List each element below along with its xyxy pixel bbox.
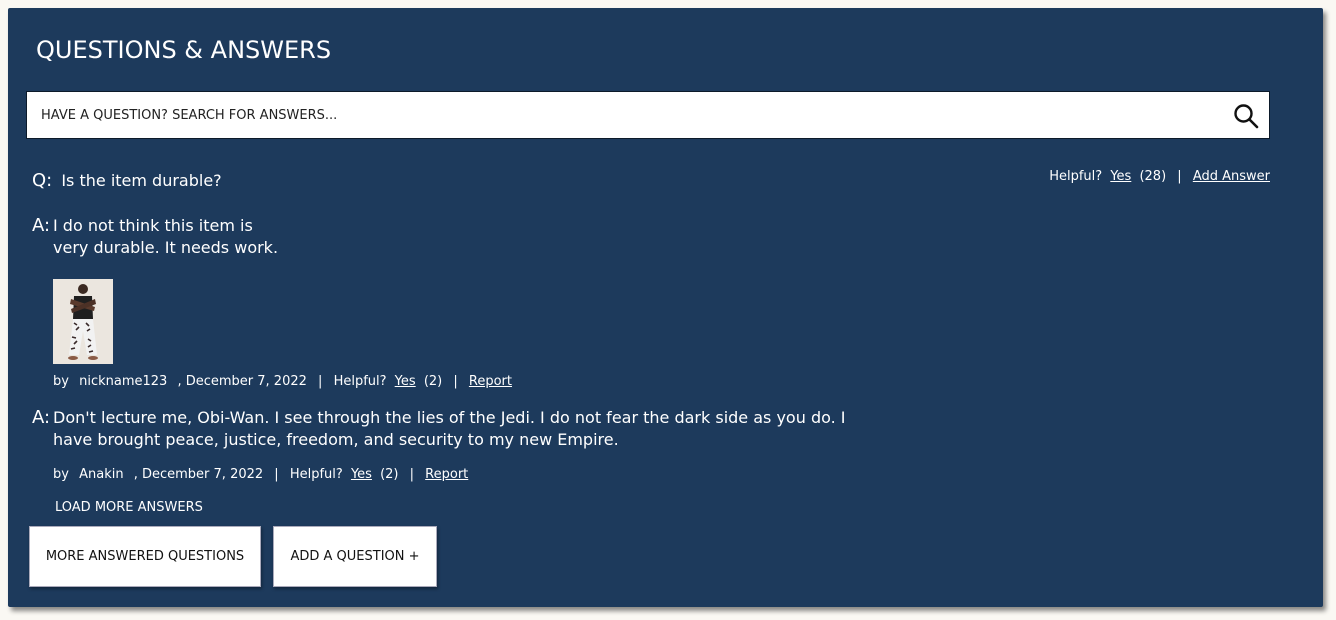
answer-text: I do not think this item is very durable…	[53, 216, 279, 257]
answer-byline: by Anakin , December 7, 2022 | Helpful? …	[53, 467, 468, 482]
question-text: Is the item durable?	[61, 171, 222, 190]
answer-date: , December 7, 2022	[177, 374, 307, 389]
answer-prefix: A:	[32, 407, 51, 428]
separator: |	[409, 467, 415, 482]
search-bar	[26, 91, 1270, 139]
add-answer-link[interactable]: Add Answer	[1193, 169, 1270, 184]
answer-helpful-count: (2)	[380, 467, 399, 482]
answer-photo-thumbnail[interactable]	[53, 279, 113, 364]
helpful-label: Helpful?	[289, 467, 343, 482]
answer-prefix: A:	[32, 215, 51, 236]
answer-helpful-yes-link[interactable]: Yes	[395, 374, 416, 389]
answer-date: , December 7, 2022	[133, 467, 264, 482]
separator: |	[318, 374, 323, 389]
separator: |	[274, 467, 279, 482]
answer-byline: by nickname123 , December 7, 2022 | Help…	[53, 374, 512, 389]
search-input[interactable]	[41, 92, 1221, 138]
helpful-label: Helpful?	[333, 374, 387, 389]
by-label: by	[53, 374, 69, 389]
separator: |	[1177, 169, 1182, 184]
question-helpful-yes-link[interactable]: Yes	[1110, 169, 1131, 184]
page-title: QUESTIONS & ANSWERS	[36, 36, 332, 64]
answer-helpful-count: (2)	[423, 374, 443, 389]
helpful-label: Helpful?	[1049, 169, 1103, 184]
question-prefix: Q:	[32, 170, 53, 191]
question-meta: Helpful? Yes (28) | Add Answer	[1049, 169, 1270, 184]
answer-author: Anakin	[79, 467, 124, 482]
qa-panel: QUESTIONS & ANSWERS Q: Is the item durab…	[8, 8, 1323, 607]
answer-helpful-yes-link[interactable]: Yes	[351, 467, 372, 482]
question-helpful-count: (28)	[1139, 169, 1167, 184]
report-link[interactable]: Report	[469, 374, 512, 389]
more-answered-questions-button[interactable]: MORE ANSWERED QUESTIONS	[29, 526, 261, 587]
separator: |	[453, 374, 458, 389]
load-more-answers-button[interactable]: LOAD MORE ANSWERS	[55, 500, 203, 515]
report-link[interactable]: Report	[425, 467, 468, 482]
by-label: by	[53, 467, 69, 482]
person-photo-image	[53, 279, 113, 364]
search-icon[interactable]	[1233, 103, 1259, 129]
answer-author: nickname123	[79, 374, 168, 389]
add-question-button[interactable]: ADD A QUESTION +	[273, 526, 437, 587]
question-row: Q: Is the item durable?	[32, 170, 222, 191]
answer-text: Don't lecture me, Obi-Wan. I see through…	[53, 408, 846, 449]
